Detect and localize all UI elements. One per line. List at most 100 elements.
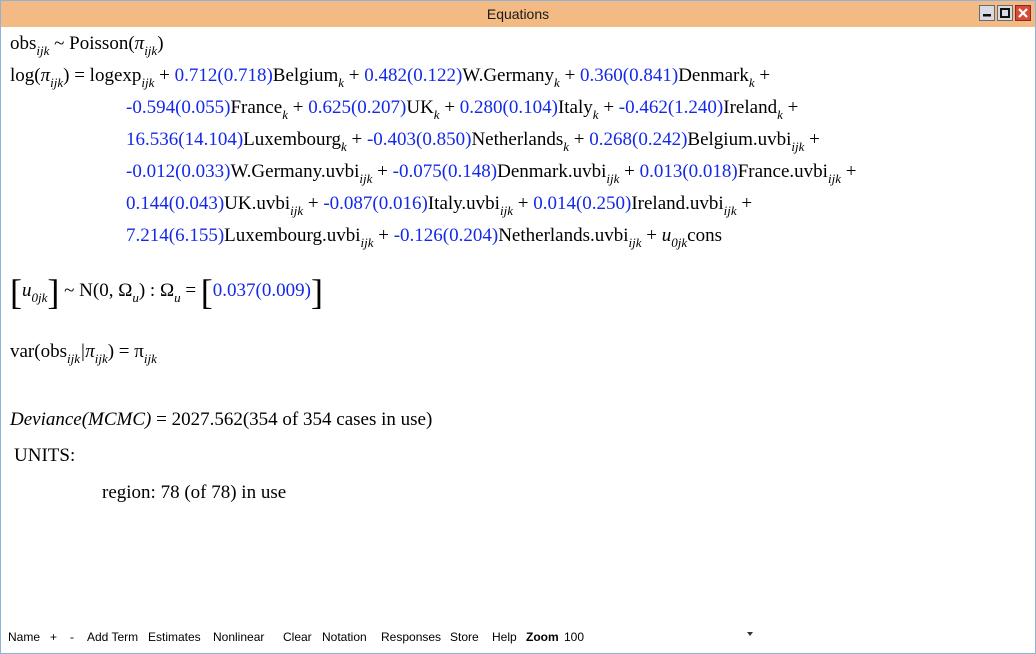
name-button[interactable]: Name — [8, 630, 40, 644]
title-bar[interactable]: Equations — [1, 1, 1035, 27]
term-name[interactable]: W.Germany.uvbi — [230, 161, 359, 182]
estimates-button[interactable]: Estimates — [148, 630, 201, 644]
term-estimate[interactable]: -0.126(0.204) — [394, 225, 498, 246]
term-name[interactable]: Italy.uvbi — [428, 193, 500, 214]
equations-toolbar: Name + - Add Term Estimates Nonlinear Cl… — [4, 624, 1032, 650]
linear-predictor-line-6: 7.214(6.155)Luxembourg.uvbiijk + -0.126(… — [126, 225, 722, 249]
plus: + — [154, 65, 175, 86]
term-estimate[interactable]: 0.013(0.018) — [640, 161, 738, 182]
plus: + — [303, 193, 324, 214]
right-bracket: ] — [310, 272, 323, 312]
term-name[interactable]: Ireland.uvbi — [631, 193, 723, 214]
plus: + — [782, 97, 799, 118]
term-estimate[interactable]: -0.403(0.850) — [367, 129, 471, 150]
term-estimate[interactable]: 0.144(0.043) — [126, 193, 224, 214]
linear-predictor-line-2: -0.594(0.055)Francek + 0.625(0.207)UKk +… — [126, 97, 799, 121]
term-name[interactable]: cons — [687, 225, 722, 246]
term-name[interactable]: W.Germany — [462, 65, 554, 86]
log-label: log( — [10, 65, 41, 86]
term-name[interactable]: Italy — [558, 97, 593, 118]
equations-pane: obsijk ~ Poisson(πijk) log(πijk) = logex… — [4, 28, 1032, 624]
offset-term: ) = logexp — [63, 65, 142, 86]
term-estimate[interactable]: 0.268(0.242) — [589, 129, 687, 150]
store-button[interactable]: Store — [450, 630, 479, 644]
notation-button[interactable]: Notation — [322, 630, 367, 644]
add-term-button[interactable]: Add Term — [87, 630, 138, 644]
plus: + — [372, 161, 393, 182]
minimize-button[interactable] — [979, 5, 995, 21]
variance-estimate[interactable]: 0.037(0.009) — [213, 280, 311, 301]
subscript: ijk — [36, 43, 50, 58]
term-name[interactable]: Luxembourg.uvbi — [224, 225, 360, 246]
term-estimate[interactable]: 0.014(0.250) — [533, 193, 631, 214]
chevron-down-icon[interactable] — [747, 632, 753, 636]
window-title: Equations — [486, 6, 550, 22]
subscript: ijk — [359, 171, 373, 186]
help-button[interactable]: Help — [492, 630, 517, 644]
subscript: ijk — [143, 351, 157, 366]
right-bracket: ] — [47, 272, 60, 312]
term-name[interactable]: Ireland — [723, 97, 777, 118]
term-name[interactable]: France.uvbi — [738, 161, 828, 182]
plus: + — [598, 97, 619, 118]
term-name[interactable]: UK.uvbi — [224, 193, 290, 214]
term-name[interactable]: Denmark.uvbi — [497, 161, 606, 182]
term-estimate[interactable]: 7.214(6.155) — [126, 225, 224, 246]
term-estimate[interactable]: -0.012(0.033) — [126, 161, 230, 182]
pi-symbol: π — [40, 65, 51, 86]
subscript: ijk — [144, 43, 158, 58]
deviance-value: = 2027.562(354 of 354 cases in use) — [151, 409, 433, 430]
term-estimate[interactable]: -0.075(0.148) — [393, 161, 497, 182]
close-button[interactable] — [1015, 5, 1031, 21]
term-estimate[interactable]: -0.594(0.055) — [126, 97, 230, 118]
random-effect[interactable]: u — [22, 280, 32, 301]
nonlinear-button[interactable]: Nonlinear — [213, 630, 264, 644]
term-estimate[interactable]: 0.280(0.104) — [460, 97, 558, 118]
plus-button[interactable]: + — [50, 630, 57, 644]
minus-button[interactable]: - — [70, 630, 74, 644]
subscript: ijk — [628, 235, 642, 250]
var-rhs: ) = π — [107, 341, 144, 362]
term-name[interactable]: Belgium — [273, 65, 338, 86]
maximize-icon — [1000, 8, 1010, 18]
term-estimate[interactable]: 0.360(0.841) — [580, 65, 678, 86]
term-name[interactable]: Netherlands.uvbi — [498, 225, 628, 246]
plus: + — [346, 129, 367, 150]
close-icon — [1018, 8, 1028, 18]
term-estimate[interactable]: 0.482(0.122) — [364, 65, 462, 86]
term-estimate[interactable]: 0.712(0.718) — [175, 65, 273, 86]
linear-predictor-line-3: 16.536(14.104)Luxembourgk + -0.403(0.850… — [126, 129, 820, 153]
plus: + — [559, 65, 581, 86]
zoom-select[interactable]: 100 — [564, 630, 584, 644]
minimize-icon — [983, 14, 991, 17]
subscript: ijk — [360, 235, 374, 250]
paren: ) — [157, 33, 164, 54]
term-name[interactable]: Belgium.uvbi — [687, 129, 791, 150]
term-estimate[interactable]: -0.462(1.240) — [619, 97, 723, 118]
maximize-button[interactable] — [997, 5, 1013, 21]
term-name[interactable]: Denmark — [678, 65, 749, 86]
plus: + — [512, 193, 534, 214]
plus: + — [754, 65, 771, 86]
random-effect-term[interactable]: u — [662, 225, 672, 246]
subscript: ijk — [723, 203, 737, 218]
left-bracket: [ — [200, 272, 213, 312]
clear-button[interactable]: Clear — [283, 630, 312, 644]
term-name[interactable]: France — [230, 97, 282, 118]
deviance-line: Deviance(MCMC) = 2027.562(354 of 354 cas… — [10, 410, 432, 429]
subscript: ijk — [94, 351, 108, 366]
plus: + — [373, 225, 394, 246]
term-estimate[interactable]: 0.625(0.207) — [308, 97, 406, 118]
responses-button[interactable]: Responses — [381, 630, 441, 644]
subscript: ijk — [66, 351, 80, 366]
term-name[interactable]: Luxembourg — [243, 129, 341, 150]
response-var: obs — [10, 33, 37, 54]
term-name[interactable]: Netherlands — [471, 129, 563, 150]
term-name[interactable]: UK — [406, 97, 433, 118]
equations-window: Equations obsijk ~ Poisson(πijk) log(πij… — [0, 0, 1036, 654]
term-estimate[interactable]: -0.087(0.016) — [323, 193, 427, 214]
subscript: ijk — [827, 171, 841, 186]
term-estimate[interactable]: 16.536(14.104) — [126, 129, 243, 150]
subscript: ijk — [141, 75, 155, 90]
subscript: ijk — [606, 171, 620, 186]
